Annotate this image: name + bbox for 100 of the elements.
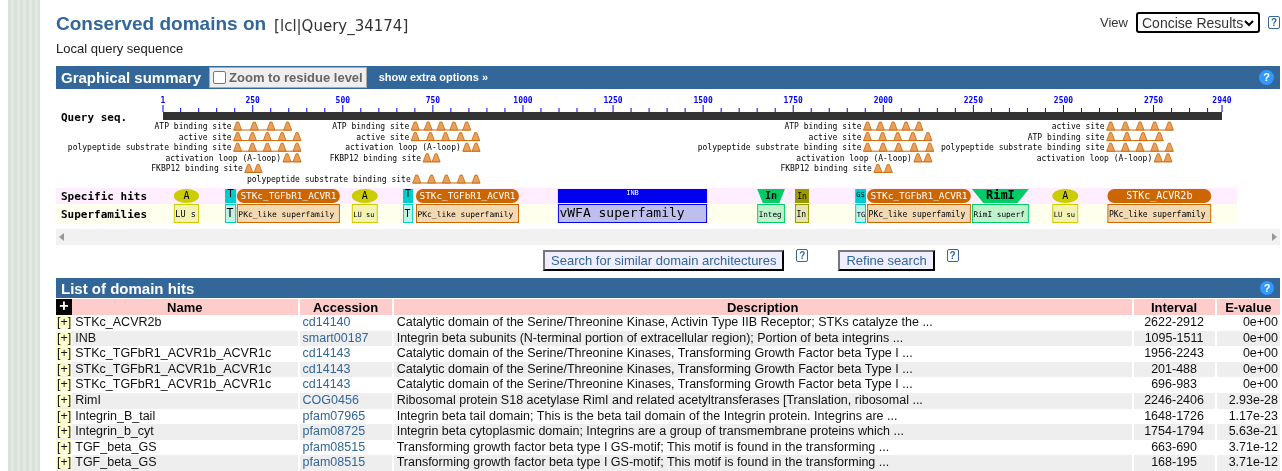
expand-toggle[interactable]: [+] (56, 315, 73, 330)
domain-name: Integrin_b_cyt (75, 424, 154, 439)
ruler-label: 2500 (1053, 95, 1074, 105)
site-label: activation loop (A-loop) (345, 142, 461, 152)
expand-toggle[interactable]: [+] (56, 346, 73, 361)
site-label: ATP binding site (784, 121, 862, 131)
view-label: View (1100, 15, 1128, 30)
expand-toggle[interactable]: [+] (56, 424, 73, 439)
superfamily-box[interactable]: PKc_like superfamily (1107, 203, 1212, 223)
domain-hit-shape[interactable]: A (1052, 188, 1079, 203)
help-icon[interactable]: ? (796, 248, 809, 262)
interval-text: 1956-2243 (1144, 346, 1204, 361)
chevron-icon (1244, 18, 1254, 27)
site-label: ATP binding site (154, 121, 232, 131)
domain-hit-shape[interactable]: A (351, 188, 378, 203)
description-text: Transforming growth factor beta type I GS-motif; This motif is found in the transforming ... (396, 455, 890, 470)
interval-text: 1095-1511 (1144, 330, 1204, 345)
ruler-label: 1000 (513, 95, 533, 105)
accession-link[interactable]: pfam07965 (302, 408, 366, 423)
interval-text: 2246-2406 (1144, 393, 1204, 408)
ruler-label: 1500 (693, 95, 713, 105)
accession-link[interactable]: cd14143 (302, 377, 351, 392)
accession-link[interactable]: pfam08515 (302, 439, 366, 454)
site-marks-drawing (873, 163, 893, 173)
expand-toggle[interactable]: [+] (56, 377, 73, 392)
zoom-checkbox[interactable]: Zoom to residue level (209, 66, 367, 88)
track-label: Specific hits (61, 189, 148, 203)
site-label: polypeptide substrate binding site (246, 174, 411, 184)
action-button[interactable]: Refine search (838, 249, 935, 271)
page-title: Conserved domains on (56, 13, 267, 35)
site-label: ATP binding site (332, 121, 410, 131)
domain-name: STKc_TGFbR1_ACVR1b_ACVR1c (75, 346, 272, 361)
site-label: active site (178, 132, 232, 142)
expand-all-button[interactable]: + (56, 299, 72, 316)
site-label: ATP binding site (1027, 132, 1105, 142)
interval-text: 201-488 (1151, 361, 1197, 376)
superfamily-box[interactable]: In (795, 203, 810, 223)
site-label: polypeptide substrate binding site (67, 142, 232, 152)
domain-name: TGF_beta_GS (75, 455, 157, 470)
evalue-text: 0e+00 (1242, 330, 1278, 345)
help-icon[interactable]: ? (1268, 16, 1280, 29)
accession-link[interactable]: cd14140 (302, 315, 351, 330)
view-select[interactable]: Concise Results (1136, 12, 1260, 33)
interval-text: 696-983 (1151, 377, 1197, 392)
evalue-text: 0e+00 (1242, 377, 1278, 392)
scroll-right-icon[interactable] (1271, 232, 1277, 241)
description-text: Integrin beta tail domain; This is the beta tail domain of the Integrin protein. Integrins are ... (396, 408, 898, 423)
domain-hit-shape[interactable]: RimI (971, 187, 1029, 203)
description-text: Catalytic domain of the Serine/Threonine Kinases, Transforming Growth Factor beta Type I ... (396, 377, 913, 392)
site-marks-drawing (1106, 131, 1164, 141)
site-label: active site (1051, 121, 1105, 131)
site-marks-drawing (862, 121, 924, 131)
site-label: activation loop (A-loop) (165, 153, 281, 163)
scrollbar[interactable] (56, 228, 1280, 245)
extra-options-link[interactable]: show extra options » (378, 71, 489, 84)
description-text: Integrin beta cytoplasmic domain; Integrins are a group of transmembrane proteins which ... (396, 424, 904, 439)
superfamily-box[interactable]: vWFA superfamily (557, 203, 708, 223)
evalue-text: 3.71e-12 (1228, 439, 1278, 454)
expand-toggle[interactable]: [+] (56, 393, 73, 408)
ruler-label: 250 (245, 95, 260, 105)
site-label: active site (356, 132, 410, 142)
description-text: Catalytic domain of the Serine/Threonine Kinases, Transforming Growth Factor beta Type I ... (396, 346, 913, 361)
accession-link[interactable]: cd14143 (302, 346, 351, 361)
section-title: List of domain hits (61, 279, 195, 297)
ruler-label: 750 (425, 95, 441, 105)
site-label: FKBP12 binding site (780, 164, 872, 174)
track-label: Query seq. (61, 110, 128, 124)
domain-hit-shape[interactable]: T (403, 187, 414, 203)
domain-hit-shape[interactable]: A (173, 188, 200, 203)
domain-name: STKc_TGFbR1_ACVR1b_ACVR1c (75, 361, 272, 376)
interval-text: 2622-2912 (1144, 315, 1204, 330)
site-label: activation loop (A-loop) (796, 153, 912, 163)
column-header[interactable]: Name (72, 299, 298, 315)
expand-toggle[interactable]: [+] (56, 361, 73, 376)
superfamily-box[interactable]: LU s (173, 203, 200, 223)
evalue-text: 3.71e-12 (1228, 455, 1278, 470)
domain-name: TGF_beta_GS (75, 439, 157, 454)
site-marks-drawing (1106, 121, 1174, 131)
column-header[interactable]: Description (726, 299, 799, 315)
ruler-label: 1250 (603, 95, 623, 105)
subtitle: Local query sequence (56, 41, 184, 56)
domain-name: Integrin_B_tail (75, 408, 156, 423)
expand-toggle[interactable]: [+] (56, 330, 73, 345)
domain-hit-shape[interactable]: In (757, 188, 785, 203)
evalue-text: 0e+00 (1242, 361, 1278, 376)
help-icon[interactable]: ? (946, 248, 959, 262)
ruler-label: 1750 (783, 95, 803, 105)
superfamily-box[interactable]: T (225, 203, 237, 223)
evalue-text: 1.17e-23 (1228, 408, 1278, 423)
domain-name: STKc_ACVR2b (75, 315, 162, 330)
action-button[interactable]: Search for similar domain architectures (543, 249, 785, 271)
ruler-label: 2940 (1212, 95, 1232, 105)
description-text: Catalytic domain of the Serine/Threonine Kinases, Transforming Growth Factor beta Type I ... (396, 361, 913, 376)
superfamily-box[interactable]: PKc_like superfamily (867, 203, 971, 223)
superfamily-box[interactable]: T (403, 203, 414, 223)
scroll-left-icon[interactable] (59, 232, 65, 241)
description-text: Transforming growth factor beta type I GS-motif; This motif is found in the transforming ... (396, 439, 890, 454)
expand-toggle[interactable]: [+] (56, 455, 73, 470)
site-label: activation loop (A-loop) (1036, 153, 1153, 163)
section-title: Graphical summary (61, 68, 202, 86)
